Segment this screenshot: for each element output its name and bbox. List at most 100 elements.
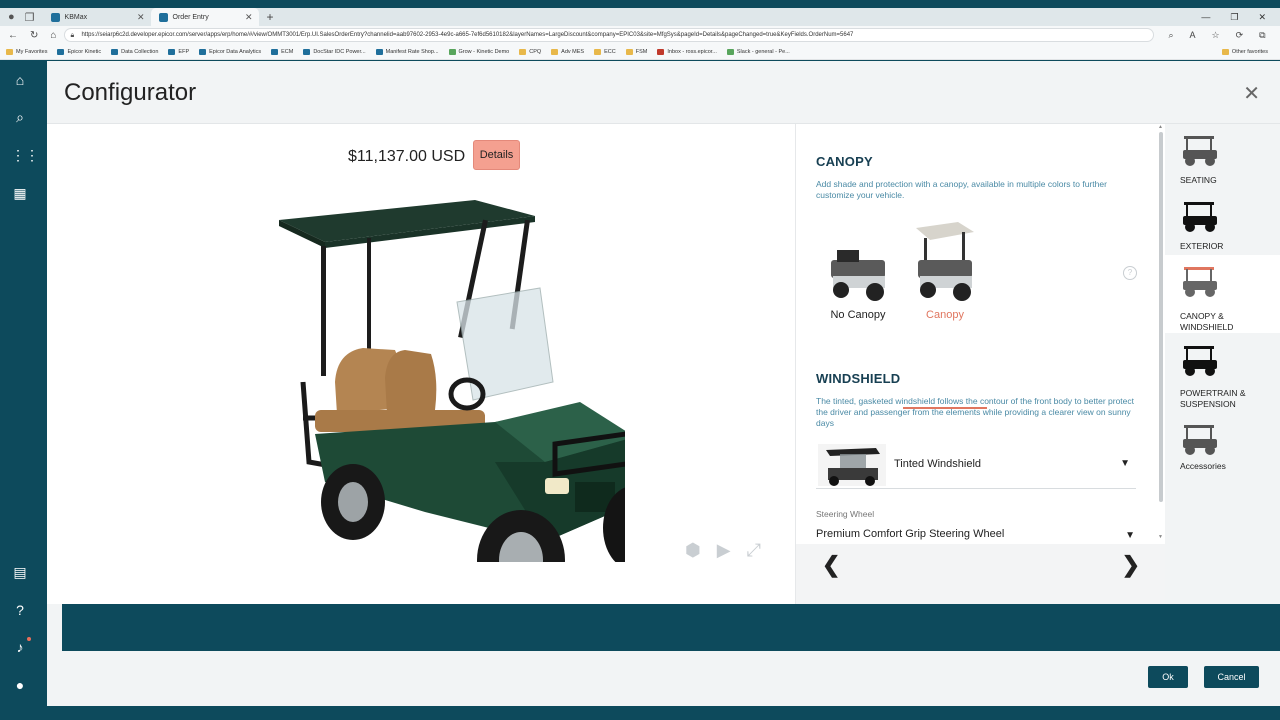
option-label: No Canopy [830, 309, 886, 321]
other-favorites[interactable]: Other favorites [1221, 48, 1268, 55]
help-icon[interactable]: ? [1123, 266, 1137, 280]
step-label: Accessories [1180, 461, 1226, 471]
profile-icon[interactable]: ● [8, 11, 15, 23]
home-icon[interactable]: ⌂ [50, 30, 56, 41]
read-aloud-icon[interactable]: A [1189, 30, 1195, 41]
refresh-icon[interactable]: ↻ [30, 30, 38, 41]
bookmark-item[interactable]: Epicor Kinetic [57, 48, 101, 55]
cancel-button[interactable]: Cancel [1204, 666, 1259, 688]
step-canopy-windshield[interactable]: CANOPY & WINDSHIELD [1165, 255, 1280, 333]
panel-scrollbar[interactable] [1159, 132, 1163, 502]
canopy-thumbnail [916, 222, 974, 301]
step-label: CANOPY & WINDSHIELD [1180, 311, 1234, 332]
new-tab-icon[interactable]: + [259, 8, 282, 26]
url-input[interactable]: 🔒︎ https://seiarp6c2d.developer.epicor.c… [64, 28, 1155, 42]
tab-kbmax[interactable]: KBMax ✕ [43, 8, 151, 26]
play-animation-icon[interactable]: ▶ [717, 540, 731, 561]
scroll-up-icon[interactable]: ▲ [1158, 124, 1163, 130]
bookmark-item[interactable]: Adv MES [551, 48, 584, 55]
step-accessories[interactable]: Accessories [1165, 413, 1280, 489]
bookmark-item[interactable]: Data Collection [111, 48, 158, 55]
apps-grid-icon[interactable]: ⋮⋮ [11, 146, 39, 164]
option-canopy[interactable]: Canopy [905, 220, 985, 321]
canopy-title: CANOPY [816, 154, 873, 169]
tab-label: Order Entry [172, 13, 209, 21]
bookmark-item[interactable]: Inbox - ross.epicor... [657, 48, 717, 55]
windshield-title: WINDSHIELD [816, 371, 901, 386]
chevron-down-icon[interactable]: ▼ [1125, 530, 1135, 541]
golf-cart-3d-view[interactable] [245, 182, 625, 562]
bookmark-item[interactable]: Manifest Rate Shop... [375, 48, 439, 55]
home-icon[interactable]: ⌂ [11, 71, 29, 89]
folder-icon [594, 48, 602, 55]
next-step-icon[interactable]: ❯ [1122, 552, 1140, 578]
bookmark-item[interactable]: EFP [168, 48, 189, 55]
step-powertrain[interactable]: POWERTRAIN & SUSPENSION [1165, 334, 1280, 412]
bookmark-item[interactable]: My Favorites [6, 48, 47, 55]
lock-icon: 🔒︎ [70, 32, 75, 39]
notification-dot [27, 637, 31, 641]
bookmark-item[interactable]: CPQ [519, 48, 541, 55]
zoom-icon[interactable]: ⌕ [1168, 30, 1173, 41]
fullscreen-icon[interactable]: ⤢ [747, 540, 761, 561]
folder-icon [6, 48, 13, 55]
bookmark-item[interactable]: Slack - general - Pe... [726, 48, 790, 55]
mail-icon [657, 48, 665, 55]
nav-buttons: ← ↻ ⌂ [0, 30, 64, 41]
bookmark-icon [303, 48, 311, 55]
bookmark-item[interactable]: DocStar IDC Power... [303, 48, 366, 55]
collections-icon[interactable]: ⧉ [1259, 30, 1265, 41]
tab-bar-icons: ● ❐ [0, 8, 43, 26]
extensions-icon[interactable]: ⟳ [1236, 30, 1244, 41]
details-button[interactable]: Details [473, 140, 520, 170]
bookmark-item[interactable]: FSM [625, 48, 647, 55]
scroll-down-icon[interactable]: ▼ [1158, 534, 1163, 540]
configurator-content: $11,137.00 USD Details ⬢ ▶ ⤢ CANOPY Add … [47, 123, 1280, 605]
ok-button[interactable]: Ok [1148, 666, 1188, 688]
minimize-icon[interactable]: — [1201, 12, 1210, 23]
close-window-icon[interactable]: ✕ [1258, 12, 1266, 23]
chat-icon[interactable]: ▤ [11, 563, 29, 581]
page-title: Configurator [64, 79, 197, 106]
app-sidebar: ⌂ ⌕ ⋮⋮ ▦ ▤ ? ♪ ● [0, 61, 40, 706]
bookmark-item[interactable]: Epicor Data Analytics [199, 48, 261, 55]
epicor-favicon-icon [158, 12, 168, 22]
canopy-cart-icon [1183, 267, 1217, 297]
windshield-description: The tinted, gasketed windshield follows … [816, 396, 1134, 428]
help-icon[interactable]: ? [11, 601, 29, 619]
close-icon[interactable]: ✕ [1243, 81, 1260, 106]
restore-icon[interactable]: ❐ [1230, 12, 1238, 23]
configurator-modal: Configurator ✕ $11,137.00 USD Details ⬢ … [47, 61, 1280, 706]
configurator-steps: SEATING EXTERIOR CANOPY & WINDSHIELD POW… [1165, 124, 1280, 605]
bookmark-icon [375, 48, 383, 55]
browser-tab-bar: ● ❐ KBMax ✕ Order Entry ✕ + — ❐ ✕ [0, 0, 1280, 26]
bookmarks-bar: My Favorites Epicor Kinetic Data Collect… [0, 44, 1280, 60]
option-no-canopy[interactable]: No Canopy [818, 236, 898, 321]
close-tab-icon[interactable]: ✕ [137, 12, 145, 23]
back-icon[interactable]: ← [8, 30, 18, 41]
user-icon[interactable]: ● [11, 676, 29, 694]
step-navigation: ❮ ❯ [796, 544, 1166, 605]
previous-step-icon[interactable]: ❮ [822, 552, 840, 578]
favorite-star-icon[interactable]: ☆ [1212, 30, 1220, 41]
windshield-select[interactable]: Tinted Windshield ▼ [816, 441, 1136, 489]
workspaces-icon[interactable]: ❐ [25, 11, 35, 24]
bookmark-item[interactable]: Grow - Kinetic Demo [448, 48, 509, 55]
footer-band [62, 604, 1280, 651]
bookmark-icon [199, 48, 207, 55]
tab-order-entry[interactable]: Order Entry ✕ [150, 8, 259, 26]
chevron-down-icon[interactable]: ▼ [1120, 458, 1130, 469]
tab-label: KBMax [64, 13, 88, 21]
ar-view-icon[interactable]: ⬢ [685, 540, 701, 561]
steering-wheel-select[interactable]: Premium Comfort Grip Steering Wheel [816, 528, 1004, 540]
windshield-thumbnail [818, 444, 886, 486]
close-tab-icon[interactable]: ✕ [245, 12, 253, 23]
notification-bell-icon[interactable]: ♪ [11, 637, 31, 656]
bookmark-item[interactable]: ECC [594, 48, 616, 55]
search-icon[interactable]: ⌕ [11, 108, 29, 126]
dashboard-icon[interactable]: ▦ [11, 184, 29, 202]
step-seating[interactable]: SEATING [1165, 124, 1280, 200]
folder-icon [625, 48, 633, 55]
bookmark-icon [448, 48, 456, 55]
bookmark-item[interactable]: ECM [271, 48, 293, 55]
